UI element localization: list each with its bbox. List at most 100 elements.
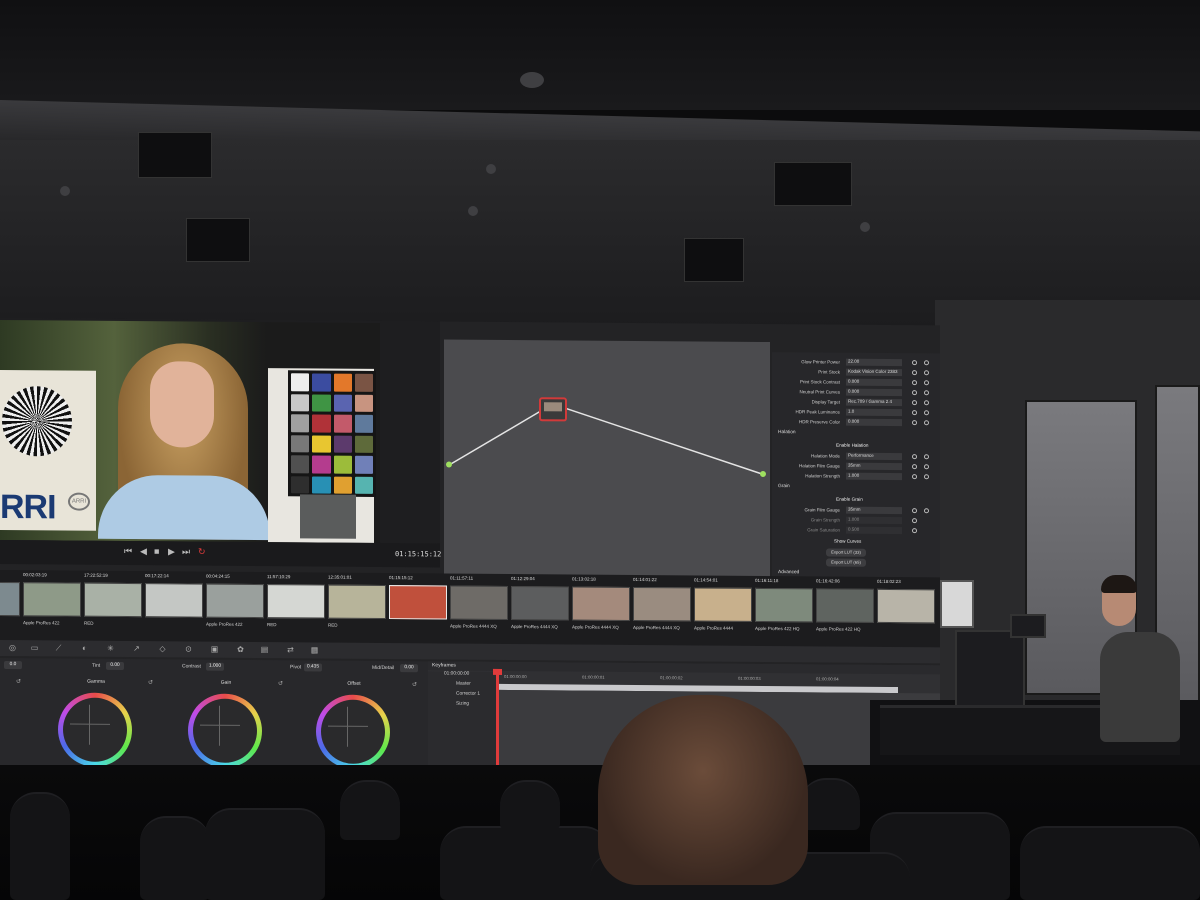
clip-thumbnail[interactable]: 01:18:02:23 xyxy=(875,577,937,647)
clip-thumbnail[interactable]: 01:11:57:11 Apple ProRes 4444 XQ xyxy=(448,574,510,644)
keyframe-icon[interactable] xyxy=(924,390,929,396)
clip-thumbnail[interactable]: 00:02:03:19 Apple ProRes 422 xyxy=(21,570,83,640)
clip-thumbnail[interactable]: 01:13:02:18 Apple ProRes 4444 XQ xyxy=(570,574,632,644)
reset-icon[interactable] xyxy=(912,464,917,470)
clip-thumbnail[interactable]: 01:14:01:22 Apple ProRes 4444 XQ xyxy=(631,575,693,645)
tint-value[interactable]: 0.00 xyxy=(106,661,124,670)
keyframe-icon[interactable] xyxy=(924,380,929,386)
contrast-value[interactable]: 1.000 xyxy=(206,662,224,671)
reset-icon[interactable] xyxy=(912,390,917,396)
inspector-row[interactable]: Halation Mode Performance xyxy=(772,452,940,462)
reset-icon[interactable] xyxy=(912,528,917,534)
inspector-row-value[interactable]: 35mm xyxy=(846,462,902,471)
show-curves-checkbox[interactable]: Show Curves xyxy=(834,539,861,544)
reset-icon[interactable]: ↺ xyxy=(148,679,153,686)
reset-icon[interactable] xyxy=(912,508,917,514)
clip-thumbnail[interactable]: 01:16:42:06 Apple ProRes 422 HQ xyxy=(814,576,876,646)
tracker-icon[interactable]: ⟋ xyxy=(54,643,63,652)
grain-section-header[interactable]: Grain xyxy=(778,484,790,489)
inspector-row[interactable]: Neutral Print Curves 0.000 xyxy=(772,388,940,398)
clip-thumbnail[interactable]: 00:02:25:13Apple ProRes 422 xyxy=(0,570,22,640)
reset-icon[interactable] xyxy=(912,474,917,480)
keyframe-icon[interactable] xyxy=(924,370,929,376)
step-back-icon[interactable]: ◀ xyxy=(140,546,147,557)
offset-wheel[interactable] xyxy=(316,694,390,770)
export-lut-65-button[interactable]: Export LUT (65) xyxy=(826,558,866,567)
inspector-row[interactable]: Halation Strength 1.000 xyxy=(772,472,940,482)
inspector-row[interactable]: HDR Preserve Color 0.000 xyxy=(772,418,940,428)
inspector-row[interactable]: Print Stock Kodak Vision Color 2383 xyxy=(772,368,940,378)
info-icon[interactable]: ▤ xyxy=(260,645,269,654)
reset-icon[interactable] xyxy=(912,454,917,460)
reset-icon[interactable]: ↺ xyxy=(16,678,21,685)
reset-icon[interactable]: ↺ xyxy=(278,680,283,687)
reset-icon[interactable] xyxy=(912,518,917,524)
keyframe-icon[interactable] xyxy=(924,474,929,480)
blur-icon[interactable]: ✳ xyxy=(106,644,115,653)
keyframe-icon[interactable] xyxy=(924,410,929,416)
clip-thumbnail[interactable]: 01:12:29:04 Apple ProRes 4444 XQ xyxy=(509,574,571,644)
inspector-row-value[interactable]: 0.000 xyxy=(846,378,902,387)
gain-wheel[interactable] xyxy=(188,693,262,769)
inspector-row[interactable]: HDR Peak Luminance 1.0 xyxy=(772,408,940,418)
inspector-row-value[interactable]: 35mm xyxy=(846,506,902,515)
clip-thumbnail[interactable]: 17:22:52:19 RED xyxy=(82,571,144,641)
keyframe-icon[interactable] xyxy=(924,420,929,426)
warper-icon[interactable]: ▦ xyxy=(310,645,319,654)
playhead[interactable] xyxy=(496,669,499,778)
sizing-track[interactable]: Sizing xyxy=(456,702,469,710)
stop-icon[interactable]: ■ xyxy=(154,546,159,556)
qualifier-icon[interactable]: ◎ xyxy=(8,643,17,652)
inspector-row-value[interactable]: Performance xyxy=(846,452,902,461)
gamma-wheel[interactable] xyxy=(58,692,132,768)
clip-thumbnail[interactable]: 12:35:01:01 RED xyxy=(326,573,388,643)
skip-forward-icon[interactable]: ⏭ xyxy=(182,546,190,557)
clip-thumbnail[interactable]: 00:17:22:14 xyxy=(143,571,205,641)
halation-section-header[interactable]: Halation xyxy=(778,430,796,435)
inspector-row-value[interactable]: Rec.709 / Gamma 2.4 xyxy=(846,398,902,407)
reset-icon[interactable] xyxy=(912,370,917,376)
keyframe-icon[interactable] xyxy=(924,508,929,514)
inspector-row[interactable]: Grain Strength 1.000 xyxy=(772,516,940,526)
output-icon[interactable] xyxy=(760,470,766,477)
inspector-row[interactable]: Print Stock Contrast 0.000 xyxy=(772,378,940,388)
advanced-section-header[interactable]: Advanced xyxy=(778,570,799,575)
inspector-row-value[interactable]: 1.000 xyxy=(846,472,902,481)
keyframe-icon[interactable] xyxy=(924,360,929,366)
inspector-row[interactable]: Glow Printer Power 22.00 xyxy=(772,358,940,368)
node-graph-canvas[interactable] xyxy=(444,339,770,578)
enable-grain-checkbox[interactable]: Enable Grain xyxy=(836,497,863,502)
corrector-track[interactable]: Corrector 1 xyxy=(456,692,480,700)
inspector-row[interactable]: Grain Saturation 0.500 xyxy=(772,526,940,536)
reset-icon[interactable] xyxy=(912,400,917,406)
clip-thumbnail[interactable]: 01:14:54:01 Apple ProRes 4444 xyxy=(692,575,754,645)
skip-back-icon[interactable]: ⏮ xyxy=(124,546,132,557)
mid-detail-value[interactable]: 0.00 xyxy=(400,664,418,673)
node-graph[interactable] xyxy=(444,339,770,579)
temp-value[interactable]: 0.0 xyxy=(4,661,22,670)
reset-icon[interactable] xyxy=(912,360,917,366)
clip-thumbnail[interactable]: 01:16:11:18 Apple ProRes 422 HQ xyxy=(753,576,815,646)
window-icon[interactable]: ▭ xyxy=(30,643,39,652)
scopes-icon[interactable]: ✿ xyxy=(236,645,245,654)
source-input-icon[interactable] xyxy=(446,461,452,468)
inspector-row-value[interactable]: 0.000 xyxy=(846,418,902,427)
inspector-row[interactable]: Halation Film Gauge 35mm xyxy=(772,462,940,472)
reset-icon[interactable]: ↺ xyxy=(412,681,417,688)
inspector-row-value[interactable]: 0.500 xyxy=(846,526,902,535)
inspector-row[interactable]: Grain Film Gauge 35mm xyxy=(772,506,940,516)
keyframe-icon[interactable] xyxy=(924,400,929,406)
inspector-row-value[interactable]: 22.00 xyxy=(846,358,902,367)
reset-icon[interactable] xyxy=(912,380,917,386)
3d-icon[interactable]: ⊙ xyxy=(184,644,193,653)
clip-thumbnail[interactable]: 00:04:24:15 Apple ProRes 422 xyxy=(204,572,266,642)
key-icon[interactable]: ↗ xyxy=(132,644,141,653)
reset-icon[interactable] xyxy=(912,420,917,426)
clip-thumbnail[interactable]: 11:57:10:29 RED xyxy=(265,572,327,642)
magic-mask-icon[interactable]: ◐ xyxy=(80,644,89,653)
export-lut-33-button[interactable]: Export LUT (33) xyxy=(826,548,866,557)
enable-halation-checkbox[interactable]: Enable Halation xyxy=(836,443,868,448)
keyframe-icon[interactable]: ▣ xyxy=(210,645,219,654)
inspector-row-value[interactable]: Kodak Vision Color 2383 xyxy=(846,368,902,377)
master-track[interactable]: Master xyxy=(456,682,471,690)
